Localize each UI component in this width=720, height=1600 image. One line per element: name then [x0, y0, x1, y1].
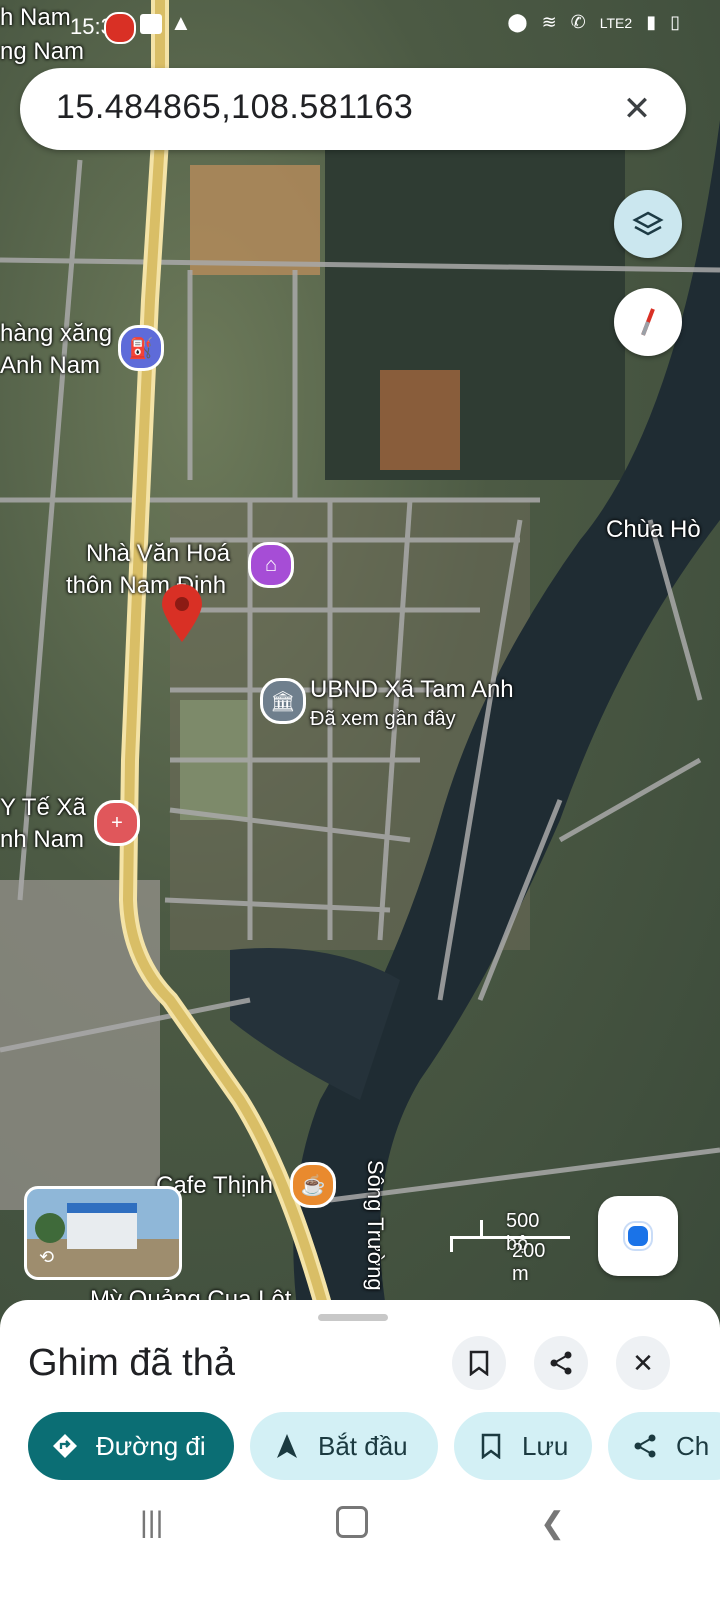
community-house-icon[interactable]: ⌂: [248, 542, 294, 588]
map-label: Sông Trường: [363, 1160, 388, 1291]
share-icon: [550, 1351, 572, 1375]
share-chip-button[interactable]: Ch: [608, 1412, 720, 1480]
directions-label: Đường đi: [96, 1430, 206, 1461]
directions-icon: [50, 1431, 80, 1461]
location-icon: ⬤: [507, 12, 528, 32]
navigation-arrow-icon: [272, 1431, 302, 1461]
street-view-thumbnail[interactable]: ⟲: [24, 1186, 182, 1280]
map-label: UBND Xã Tam Anh: [310, 676, 514, 703]
close-icon[interactable]: ✕: [612, 84, 662, 134]
medical-icon[interactable]: +: [94, 800, 140, 846]
close-sheet-button[interactable]: ✕: [616, 1336, 670, 1390]
map-label: hàng xăng: [0, 320, 113, 347]
map-label: nh Nam: [0, 826, 85, 853]
layers-icon: [632, 211, 664, 236]
scale-metric: 200 m: [512, 1240, 546, 1285]
home-icon[interactable]: [336, 1506, 368, 1538]
map-label: Đã xem gần đây: [310, 708, 456, 730]
map-label: Chùa Hò: [606, 516, 701, 543]
sheet-title: Ghim đã thả: [28, 1342, 235, 1384]
save-label: Lưu: [522, 1430, 569, 1461]
map-label: Y Tế Xã: [0, 794, 86, 821]
share-icon: [630, 1431, 660, 1461]
bookmark-icon: [476, 1431, 506, 1461]
cafe-icon[interactable]: ☕: [290, 1162, 336, 1208]
government-building-icon[interactable]: 🏛: [260, 678, 306, 724]
map-view[interactable]: h Nam ng Nam hàng xăng Anh Nam ⛽ Nhà Văn…: [0, 0, 720, 1330]
system-nav-bar: ||| ❮: [0, 1488, 720, 1568]
start-button[interactable]: Bắt đầu: [250, 1412, 438, 1480]
location-dot-icon: [625, 1223, 651, 1249]
share-label: Ch: [676, 1430, 710, 1461]
rotate-360-icon: ⟲: [39, 1247, 55, 1267]
share-button[interactable]: [534, 1336, 588, 1390]
bookmark-button[interactable]: [452, 1336, 506, 1390]
my-location-button[interactable]: [598, 1196, 678, 1276]
search-input[interactable]: 15.484865,108.581163: [56, 88, 413, 127]
drag-handle[interactable]: [318, 1314, 388, 1321]
signal-icon: ▮: [646, 12, 657, 32]
warning-icon: ▲: [170, 10, 192, 35]
search-bar[interactable]: 15.484865,108.581163 ✕: [20, 68, 686, 150]
layers-button[interactable]: [614, 190, 682, 258]
compass-button[interactable]: [614, 288, 682, 356]
directions-button[interactable]: Đường đi: [28, 1412, 234, 1480]
map-label: Nhà Văn Hoá: [86, 540, 231, 567]
back-icon[interactable]: ❮: [540, 1506, 565, 1541]
wifi-icon: ≋: [541, 12, 557, 32]
gallery-icon: [140, 14, 162, 34]
battery-icon: ▯: [670, 12, 680, 32]
compass-icon: [641, 308, 655, 336]
call-icon: ✆: [570, 12, 586, 32]
start-label: Bắt đầu: [318, 1430, 408, 1461]
recent-apps-icon[interactable]: |||: [140, 1506, 163, 1540]
bookmark-icon: [469, 1350, 489, 1376]
dropped-pin-icon[interactable]: [160, 582, 204, 644]
satellite-map: [0, 0, 720, 1330]
status-bar: 15:38 ▲ ⬤ ≋ ✆ LTE2 ▮ ▯: [0, 0, 720, 50]
map-label: Anh Nam: [0, 352, 101, 379]
network-label: LTE2: [599, 14, 633, 31]
gas-station-icon[interactable]: ⛽: [118, 325, 164, 371]
save-button[interactable]: Lưu: [454, 1412, 592, 1480]
notification-avatar-icon: [104, 12, 136, 44]
